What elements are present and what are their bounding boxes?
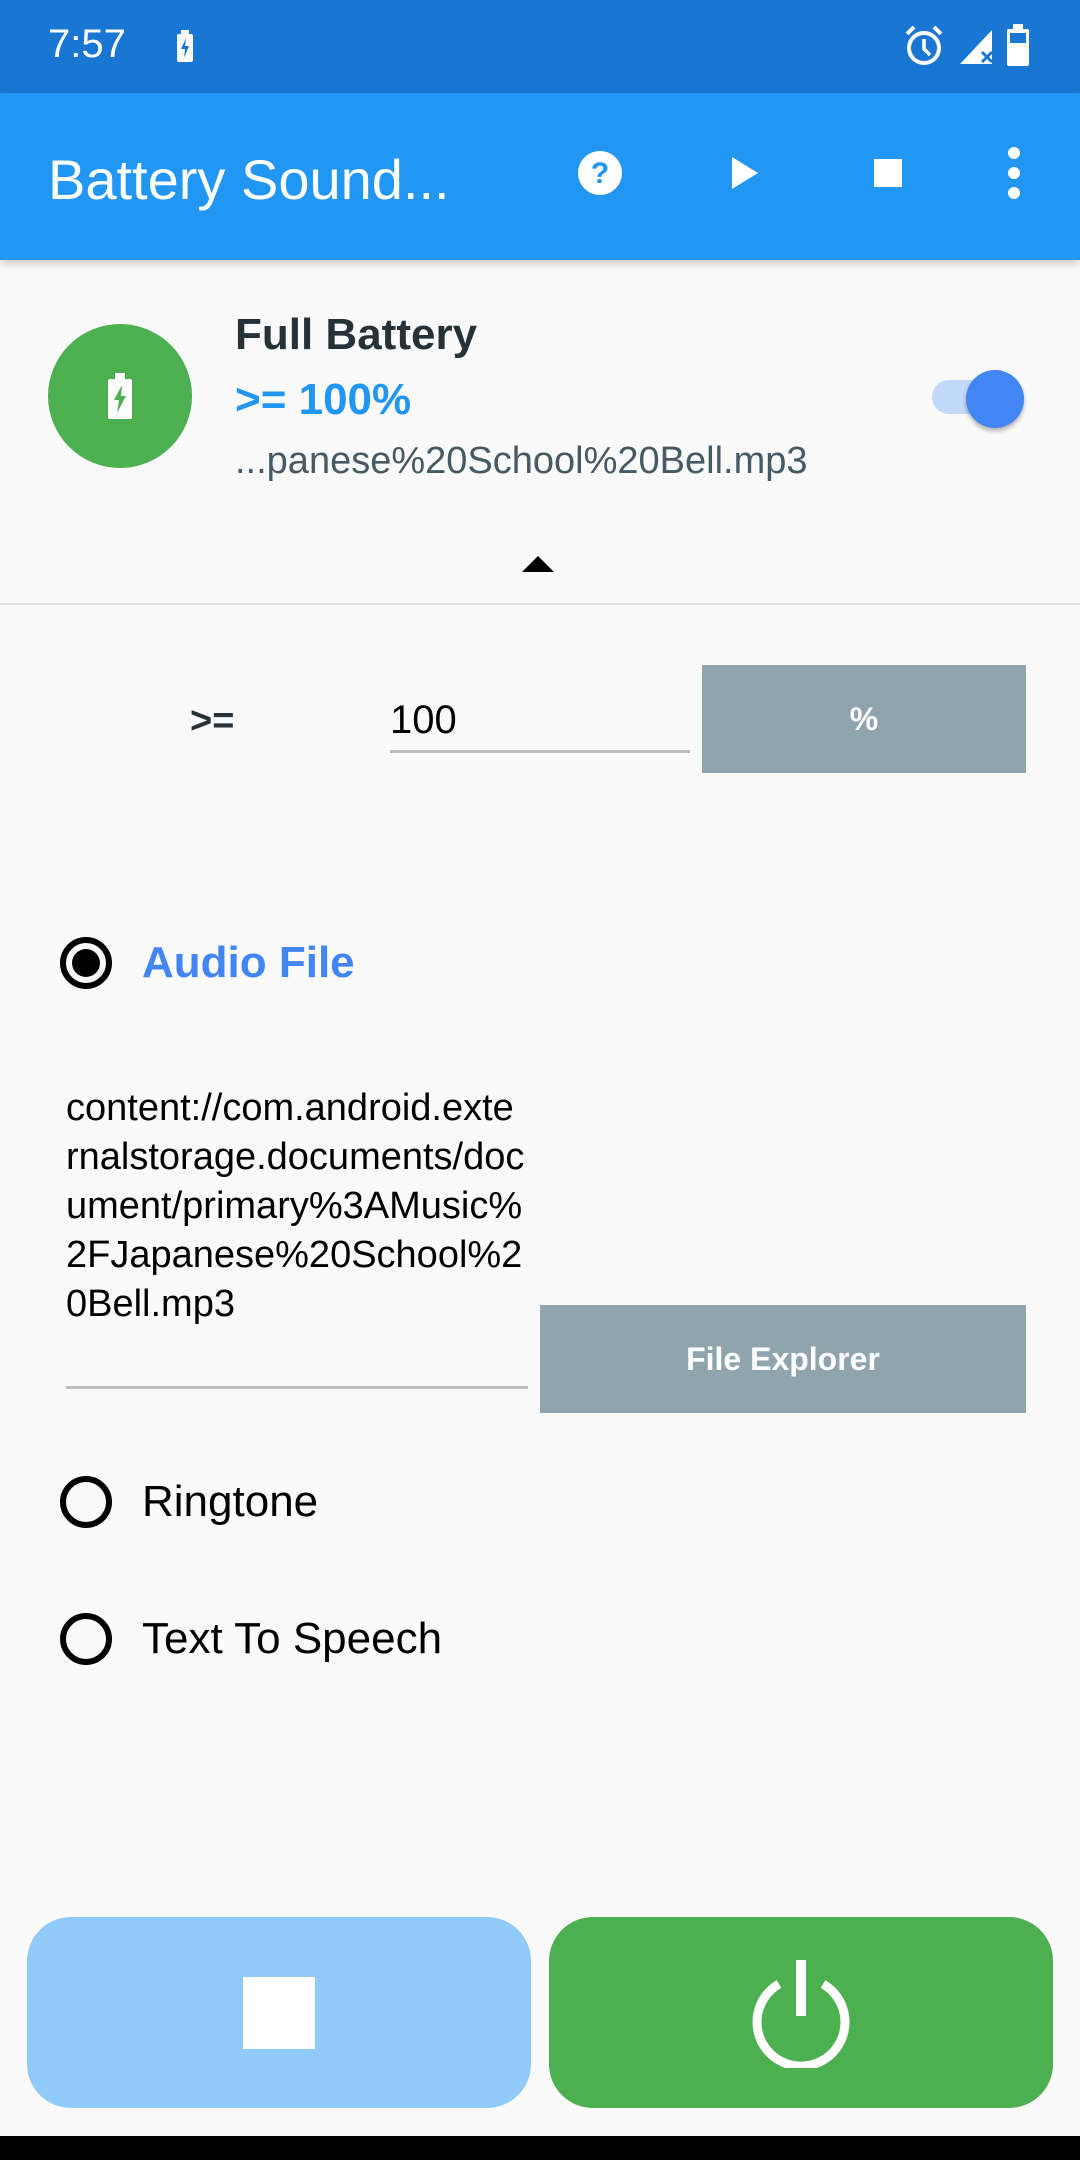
radio-ringtone[interactable]: Ringtone — [60, 1476, 318, 1528]
stop-toolbar-button[interactable] — [848, 133, 928, 213]
audio-path-underline — [66, 1386, 528, 1389]
alarm-threshold: >= 100% — [235, 375, 412, 424]
file-explorer-button[interactable]: File Explorer — [540, 1305, 1026, 1413]
help-icon: ? — [578, 151, 622, 195]
radio-checked-icon — [60, 937, 112, 989]
triangle-up-icon[interactable] — [522, 556, 554, 572]
alarm-title: Full Battery — [235, 310, 478, 359]
stop-icon — [243, 1976, 315, 2049]
svg-text:?: ? — [591, 157, 609, 190]
unit-button[interactable]: % — [702, 665, 1026, 773]
stop-icon — [874, 159, 902, 187]
start-button[interactable] — [549, 1917, 1053, 2108]
system-nav-bar — [0, 2136, 1080, 2160]
battery-charging-icon — [108, 373, 132, 419]
radio-text-to-speech-label: Text To Speech — [142, 1614, 443, 1663]
help-button[interactable]: ? — [560, 133, 640, 213]
more-options-button[interactable] — [974, 133, 1054, 213]
threshold-value-input[interactable] — [390, 690, 690, 753]
radio-unchecked-icon — [60, 1476, 112, 1528]
radio-audio-file[interactable]: Audio File — [60, 937, 355, 989]
radio-ringtone-label: Ringtone — [142, 1477, 319, 1526]
operator-label: >= — [190, 700, 235, 742]
status-bar: 7:57 — [0, 0, 1080, 93]
alarm-icon — [904, 24, 944, 73]
audio-path-field[interactable]: content://com.android.externalstorage.do… — [66, 1084, 526, 1329]
app-title: Battery Sound... — [48, 148, 450, 211]
alarm-enabled-toggle[interactable] — [932, 370, 1024, 428]
battery-charging-icon — [176, 30, 194, 67]
more-vert-icon — [1008, 147, 1020, 199]
play-button[interactable] — [706, 133, 786, 213]
stop-button[interactable] — [27, 1917, 531, 2108]
radio-audio-file-label: Audio File — [142, 938, 355, 987]
divider — [0, 603, 1080, 605]
app-bar: Battery Sound... ? — [0, 93, 1080, 260]
alarm-file-name: ...panese%20School%20Bell.mp3 — [235, 440, 808, 482]
alarm-type-avatar — [48, 324, 192, 468]
play-icon — [732, 157, 758, 189]
toggle-thumb — [966, 370, 1024, 428]
radio-unchecked-icon — [60, 1613, 112, 1665]
status-time: 7:57 — [48, 22, 126, 66]
power-icon — [752, 1959, 850, 2068]
battery-icon — [1006, 24, 1030, 71]
signal-no-sim-icon — [960, 26, 1000, 71]
radio-text-to-speech[interactable]: Text To Speech — [60, 1613, 442, 1665]
